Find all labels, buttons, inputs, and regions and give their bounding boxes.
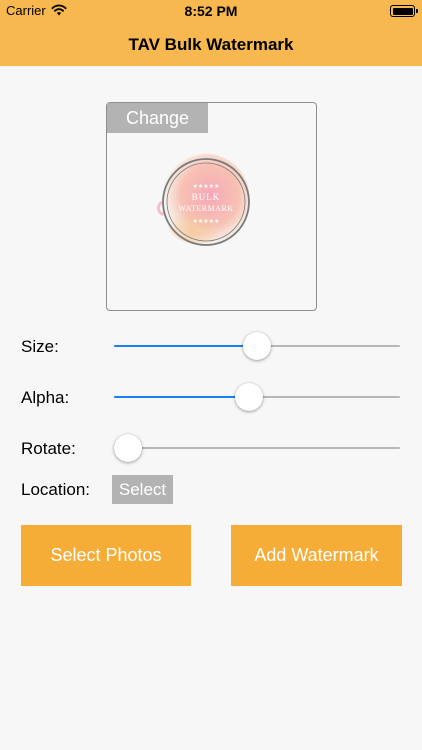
alpha-slider-fill — [114, 396, 250, 398]
alpha-slider[interactable] — [114, 381, 400, 413]
watermark-stars-bottom: ★★★★★ — [193, 218, 220, 225]
alpha-slider-thumb[interactable] — [235, 383, 264, 411]
page-title: TAV Bulk Watermark — [128, 35, 294, 54]
location-label: Location: — [21, 480, 90, 499]
add-watermark-button[interactable]: Add Watermark — [231, 525, 402, 586]
navigation-bar: TAV Bulk Watermark — [0, 22, 422, 66]
change-button[interactable]: Change — [107, 103, 208, 133]
watermark-logo-image: ★★★★★ BULK WATERMARK ★★★★★ — [156, 153, 250, 247]
alpha-label: Alpha: — [21, 388, 70, 407]
watermark-text-line2: WATERMARK — [178, 204, 233, 213]
location-select-button[interactable]: Select — [112, 475, 173, 504]
status-bar: Carrier 8:52 PM — [0, 0, 422, 22]
status-time: 8:52 PM — [184, 3, 238, 19]
size-slider[interactable] — [114, 330, 400, 362]
size-slider-thumb[interactable] — [243, 332, 271, 360]
rotate-slider[interactable] — [114, 432, 400, 464]
battery-icon — [390, 5, 418, 17]
watermark-text-line1: BULK — [192, 192, 221, 202]
rotate-label: Rotate: — [21, 439, 76, 458]
size-slider-fill — [114, 345, 257, 347]
size-label: Size: — [21, 337, 59, 356]
watermark-stars-top: ★★★★★ — [193, 183, 220, 190]
watermark-preview: Change ★★★★★ BULK WATERMARK ★★★★★ — [106, 102, 317, 311]
rotate-slider-thumb[interactable] — [114, 434, 142, 462]
select-photos-button[interactable]: Select Photos — [21, 525, 191, 586]
